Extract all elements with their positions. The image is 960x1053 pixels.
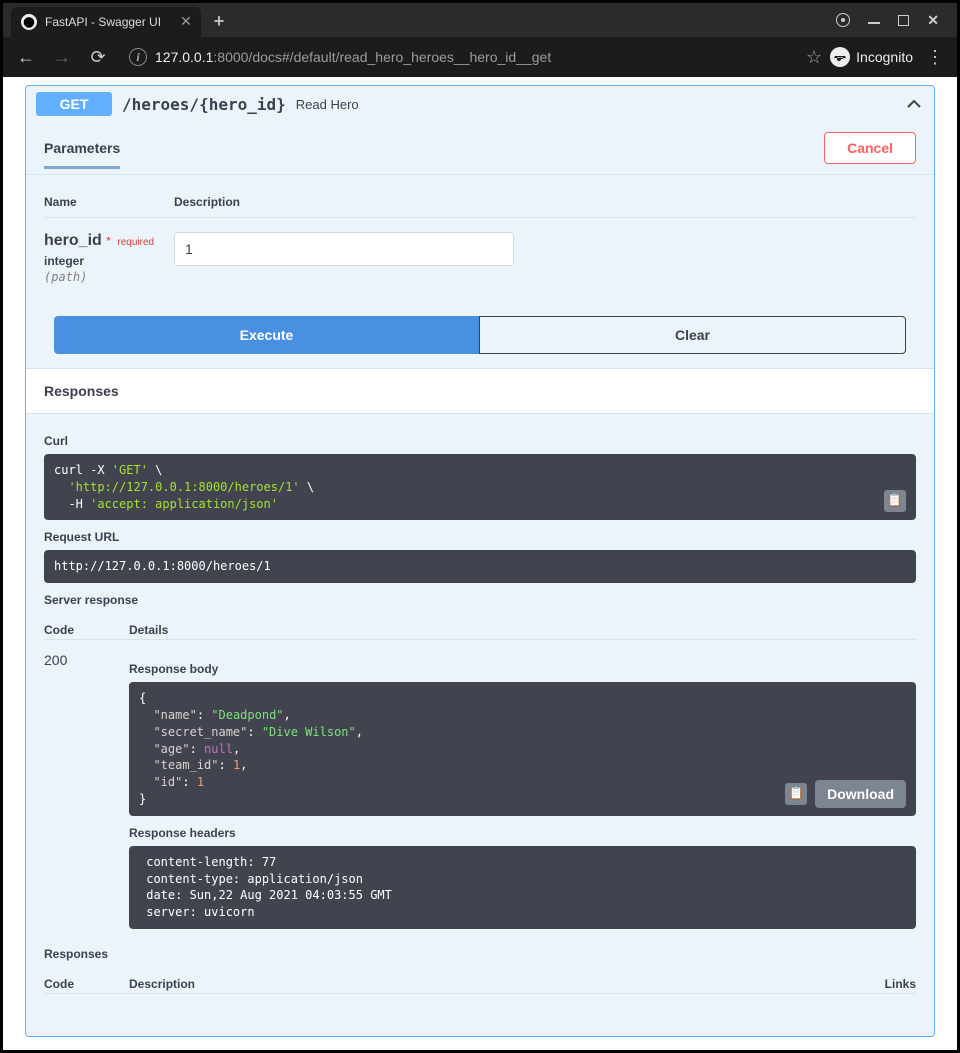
operation-summary[interactable]: GET /heroes/{hero_id} Read Hero bbox=[26, 86, 934, 122]
parameters-table: Name Description hero_id * required inte… bbox=[26, 175, 934, 316]
execute-button[interactable]: Execute bbox=[54, 316, 479, 354]
incognito-label: Incognito bbox=[856, 49, 913, 65]
responses-header: Responses bbox=[26, 368, 934, 414]
status-code: 200 bbox=[44, 652, 67, 668]
window-controls: ✕ bbox=[836, 3, 957, 37]
parameters-title: Parameters bbox=[44, 140, 120, 169]
param-location: (path) bbox=[44, 270, 87, 284]
forward-button[interactable]: → bbox=[47, 42, 77, 72]
curl-label: Curl bbox=[44, 434, 916, 448]
request-url-label: Request URL bbox=[44, 530, 916, 544]
copy-icon[interactable]: 📋 bbox=[785, 783, 807, 805]
back-button[interactable]: ← bbox=[11, 42, 41, 72]
description-col-header: Description bbox=[129, 977, 831, 991]
window-maximize-icon[interactable] bbox=[898, 15, 909, 26]
links-col-header: Links bbox=[831, 977, 916, 991]
clear-button[interactable]: Clear bbox=[479, 316, 906, 354]
details-col-header: Details bbox=[129, 623, 168, 637]
curl-code: curl -X 'GET' \ 'http://127.0.0.1:8000/h… bbox=[44, 454, 916, 520]
tab-favicon: ⬤ bbox=[21, 14, 37, 30]
chevron-up-icon[interactable] bbox=[904, 94, 924, 114]
server-response-label: Server response bbox=[44, 593, 916, 607]
close-icon[interactable]: ✕ bbox=[179, 14, 193, 28]
required-label: required bbox=[115, 237, 154, 248]
window-minimize-icon[interactable] bbox=[868, 16, 880, 24]
url-host: 127.0.0.1 bbox=[155, 49, 213, 65]
operation-path: /heroes/{hero_id} bbox=[122, 95, 286, 114]
incognito-icon bbox=[830, 47, 850, 67]
code-col-header2: Code bbox=[44, 977, 129, 991]
request-url-code: http://127.0.0.1:8000/heroes/1 bbox=[44, 550, 916, 583]
page-viewport[interactable]: GET /heroes/{hero_id} Read Hero Paramete… bbox=[3, 77, 957, 1050]
param-row-hero-id: hero_id * required integer (path) bbox=[44, 218, 916, 286]
responses-subheader: Responses bbox=[44, 947, 916, 961]
url-path: :8000/docs#/default/read_hero_heroes__he… bbox=[213, 49, 551, 65]
window-share-icon[interactable] bbox=[836, 13, 850, 27]
code-col-header: Code bbox=[44, 623, 129, 637]
reload-button[interactable]: ⟳ bbox=[83, 42, 113, 72]
browser-toolbar: ← → ⟳ i 127.0.0.1:8000/docs#/default/rea… bbox=[3, 37, 957, 77]
browser-titlebar: ⬤ FastAPI - Swagger UI ✕ + ✕ bbox=[3, 3, 957, 37]
copy-icon[interactable]: 📋 bbox=[884, 490, 906, 512]
param-type: integer bbox=[44, 254, 174, 268]
cancel-button[interactable]: Cancel bbox=[824, 132, 916, 164]
bookmark-star-icon[interactable]: ☆ bbox=[806, 47, 822, 68]
execute-row: Execute Clear bbox=[26, 316, 934, 368]
browser-tab[interactable]: ⬤ FastAPI - Swagger UI ✕ bbox=[11, 7, 201, 37]
operation-description: Read Hero bbox=[296, 97, 359, 112]
response-body-code: { "name": "Deadpond", "secret_name": "Di… bbox=[129, 682, 916, 816]
response-headers-label: Response headers bbox=[129, 826, 916, 840]
menu-dots-icon[interactable]: ⋮ bbox=[921, 47, 949, 68]
incognito-indicator[interactable]: Incognito bbox=[826, 47, 917, 67]
tab-title: FastAPI - Swagger UI bbox=[45, 15, 161, 29]
col-name-header: Name bbox=[44, 195, 174, 209]
required-star-icon: * bbox=[106, 234, 111, 248]
col-description-header: Description bbox=[174, 195, 240, 209]
opblock-get-read-hero: GET /heroes/{hero_id} Read Hero Paramete… bbox=[25, 85, 935, 1037]
download-button[interactable]: Download bbox=[815, 780, 906, 808]
response-body-label: Response body bbox=[129, 662, 916, 676]
response-row-200: 200 Response body { "name": "Deadpond", … bbox=[44, 652, 916, 929]
new-tab-button[interactable]: + bbox=[207, 9, 231, 33]
response-headers-code: content-length: 77 content-type: applica… bbox=[129, 846, 916, 929]
method-badge: GET bbox=[36, 92, 112, 116]
window-close-icon[interactable]: ✕ bbox=[927, 12, 939, 29]
parameters-header: Parameters Cancel bbox=[26, 122, 934, 175]
hero-id-input[interactable] bbox=[174, 232, 514, 266]
param-name: hero_id bbox=[44, 232, 102, 249]
address-bar[interactable]: i 127.0.0.1:8000/docs#/default/read_hero… bbox=[119, 43, 800, 71]
site-info-icon[interactable]: i bbox=[129, 48, 147, 66]
